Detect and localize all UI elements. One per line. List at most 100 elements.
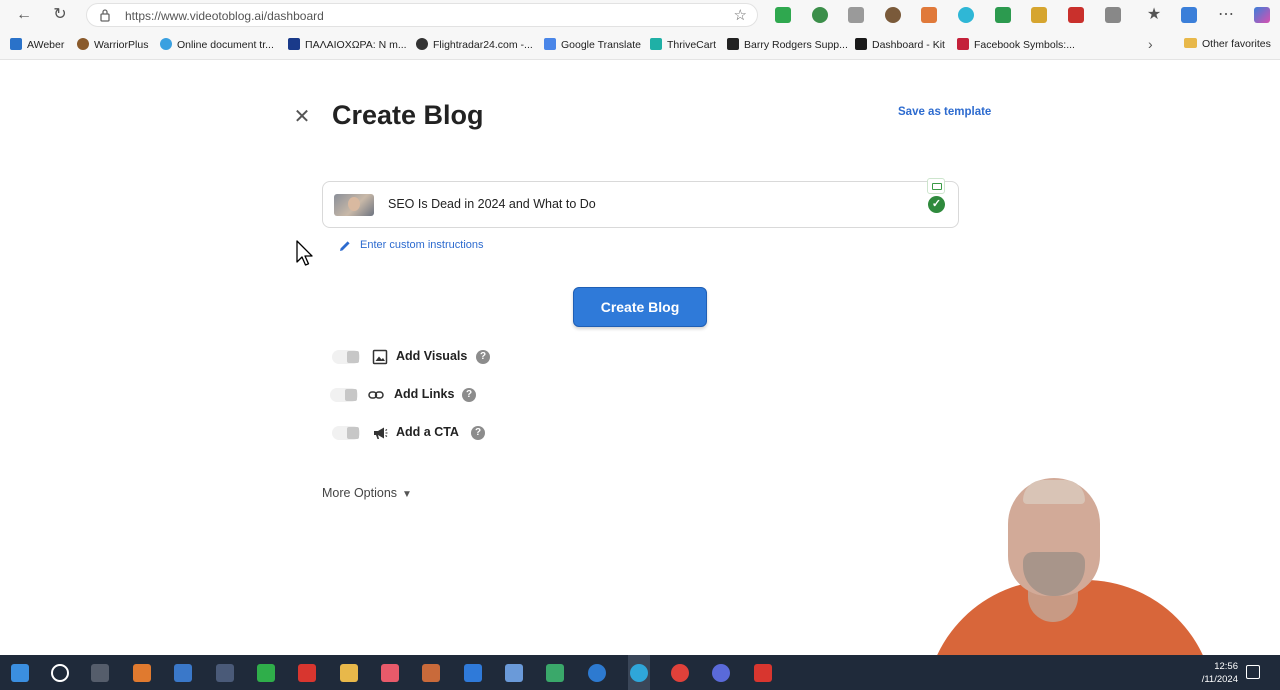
m-logo-icon bbox=[288, 38, 300, 50]
file-explorer-icon[interactable] bbox=[340, 664, 358, 682]
extension-camera-icon[interactable] bbox=[848, 7, 864, 23]
extension-record-icon[interactable] bbox=[1068, 7, 1084, 23]
link-icon bbox=[368, 391, 384, 399]
edge-browser-icon[interactable] bbox=[630, 664, 648, 682]
app-blue-icon[interactable] bbox=[464, 664, 482, 682]
bookmark-label: AWeber bbox=[27, 39, 65, 51]
extensions-puzzle-icon[interactable] bbox=[1105, 7, 1121, 23]
extension-y-icon[interactable] bbox=[775, 7, 791, 23]
collections-icon[interactable] bbox=[1181, 7, 1197, 23]
option-add-visuals: Add Visuals ? bbox=[332, 346, 502, 368]
app-red-icon[interactable] bbox=[298, 664, 316, 682]
app-pencil-icon[interactable] bbox=[422, 664, 440, 682]
more-options-toggle[interactable]: More Options ▼ bbox=[322, 486, 412, 500]
clock-time: 12:56 bbox=[1214, 661, 1238, 672]
favorites-icon[interactable]: ★ bbox=[1144, 5, 1164, 25]
camtasia-icon[interactable] bbox=[257, 664, 275, 682]
bookmark-label: Facebook Symbols:... bbox=[974, 39, 1075, 51]
taskbar-clock[interactable]: 12:56 /11/2024 bbox=[1192, 660, 1238, 686]
url-text: https://www.videotoblog.ai/dashboard bbox=[125, 9, 324, 23]
bookmark-dashboard-kit[interactable]: Dashboard - Kit bbox=[855, 38, 945, 52]
app-feather-icon[interactable] bbox=[216, 664, 234, 682]
copilot-icon[interactable] bbox=[1254, 7, 1270, 23]
selected-video-card[interactable]: SEO Is Dead in 2024 and What to Do ✓ bbox=[322, 178, 959, 228]
add-visuals-toggle[interactable] bbox=[332, 350, 360, 364]
option-label: Add Visuals bbox=[396, 349, 468, 363]
clock-date: /11/2024 bbox=[1201, 674, 1238, 685]
thrivecart-icon bbox=[650, 38, 662, 50]
bookmarks-bar: AWeber WarriorPlus Online document tr...… bbox=[0, 30, 1280, 60]
bookmark-label: Google Translate bbox=[561, 39, 641, 51]
aweber-icon bbox=[10, 38, 22, 50]
bookmark-warriorplus[interactable]: WarriorPlus bbox=[77, 38, 148, 52]
pencil-icon[interactable] bbox=[338, 239, 352, 253]
chevron-right-icon[interactable]: › bbox=[1148, 36, 1153, 52]
bookmark-facebook-symbols[interactable]: Facebook Symbols:... bbox=[957, 38, 1075, 52]
create-blog-button[interactable]: Create Blog bbox=[573, 287, 707, 327]
help-icon[interactable]: ? bbox=[476, 350, 490, 364]
bookmark-document-translate[interactable]: Online document tr... bbox=[160, 38, 274, 52]
help-icon[interactable]: ? bbox=[471, 426, 485, 440]
bookmark-flightradar[interactable]: Flightradar24.com -... bbox=[416, 38, 533, 52]
app-search-icon[interactable] bbox=[133, 664, 151, 682]
video-thumbnail bbox=[334, 194, 374, 216]
document-translate-icon bbox=[160, 38, 172, 50]
bookmark-label: Online document tr... bbox=[177, 39, 274, 51]
app-pink-icon[interactable] bbox=[381, 664, 399, 682]
mouse-cursor-icon bbox=[296, 240, 313, 266]
app-purple-icon[interactable] bbox=[712, 664, 730, 682]
check-circle-icon: ✓ bbox=[928, 196, 945, 213]
address-bar[interactable]: https://www.videotoblog.ai/dashboard ☆ bbox=[86, 3, 758, 27]
close-icon[interactable]: ✕ bbox=[291, 106, 313, 128]
help-icon[interactable]: ? bbox=[462, 388, 476, 402]
bookmark-label: Flightradar24.com -... bbox=[433, 39, 533, 51]
back-icon[interactable]: ← bbox=[14, 5, 34, 25]
bookmark-aweber[interactable]: AWeber bbox=[10, 38, 64, 52]
chrome-browser-icon[interactable] bbox=[671, 664, 689, 682]
flightradar-icon bbox=[416, 38, 428, 50]
extension-orange-icon[interactable] bbox=[921, 7, 937, 23]
app-notes-icon[interactable] bbox=[505, 664, 523, 682]
bookmark-label: Dashboard - Kit bbox=[872, 39, 945, 51]
bookmark-label: ΠΑΛΑΙΟΧΩΡΑ: Ν m... bbox=[305, 39, 407, 51]
video-title: SEO Is Dead in 2024 and What to Do bbox=[388, 197, 596, 211]
search-icon[interactable] bbox=[51, 664, 69, 682]
image-icon bbox=[372, 349, 388, 365]
option-label: Add Links bbox=[394, 387, 455, 401]
bookmark-barry-rodgers[interactable]: Barry Rodgers Supp... bbox=[727, 38, 848, 52]
extension-green-icon[interactable] bbox=[812, 7, 828, 23]
add-cta-toggle[interactable] bbox=[332, 426, 360, 440]
bookmark-other-favorites[interactable]: Other favorites bbox=[1184, 38, 1271, 50]
subtitles-icon bbox=[927, 178, 945, 194]
google-translate-icon bbox=[544, 38, 556, 50]
extension-g-icon[interactable] bbox=[958, 7, 974, 23]
reload-icon[interactable]: ↻ bbox=[50, 5, 70, 25]
app-globe-icon[interactable] bbox=[588, 664, 606, 682]
app-c-icon[interactable] bbox=[754, 664, 772, 682]
browser-toolbar: ← ↻ https://www.videotoblog.ai/dashboard… bbox=[0, 0, 1280, 30]
add-links-toggle[interactable] bbox=[330, 388, 358, 402]
task-view-icon[interactable] bbox=[91, 664, 109, 682]
extension-grid-icon[interactable] bbox=[995, 7, 1011, 23]
extension-mail-icon[interactable] bbox=[1031, 7, 1047, 23]
bookmark-google-translate[interactable]: Google Translate bbox=[544, 38, 641, 52]
facebook-symbols-icon bbox=[957, 38, 969, 50]
more-menu-icon[interactable]: ⋯ bbox=[1216, 5, 1236, 25]
bookmark-thrivecart[interactable]: ThriveCart bbox=[650, 38, 716, 52]
bookmark-palaioxora[interactable]: ΠΑΛΑΙΟΧΩΡΑ: Ν m... bbox=[288, 38, 407, 52]
save-as-template-link[interactable]: Save as template bbox=[898, 106, 991, 118]
bookmark-label: Barry Rodgers Supp... bbox=[744, 39, 848, 51]
bookmark-label: Other favorites bbox=[1202, 38, 1271, 50]
favorite-star-icon[interactable]: ☆ bbox=[734, 6, 747, 24]
page-title: Create Blog bbox=[332, 100, 484, 130]
extension-brown-icon[interactable] bbox=[885, 7, 901, 23]
folder-icon bbox=[1184, 38, 1197, 48]
calculator-icon[interactable] bbox=[174, 664, 192, 682]
notification-icon[interactable] bbox=[1246, 665, 1260, 679]
windows-start-icon[interactable] bbox=[11, 664, 29, 682]
custom-instructions-link[interactable]: Enter custom instructions bbox=[360, 239, 484, 251]
option-add-cta: Add a CTA ? bbox=[332, 422, 502, 444]
bookmark-label: ThriveCart bbox=[667, 39, 717, 51]
app-green-icon[interactable] bbox=[546, 664, 564, 682]
megaphone-icon bbox=[374, 427, 388, 439]
